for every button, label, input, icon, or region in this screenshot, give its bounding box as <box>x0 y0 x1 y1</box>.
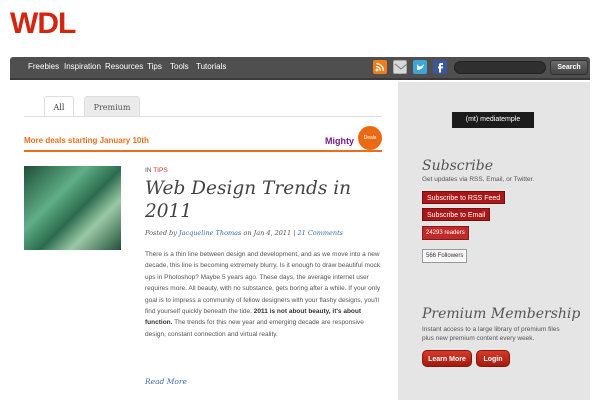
nav-resources[interactable]: Resources <box>105 62 143 71</box>
category-link[interactable]: TIPS <box>153 167 167 174</box>
deals-text: More deals starting January 10th <box>24 136 149 145</box>
deals-badge-icon: Deals <box>358 126 382 150</box>
author-link[interactable]: Jacqueline Thomas <box>179 229 241 237</box>
nav-tips[interactable]: Tips <box>147 62 162 71</box>
subscribe-text: Get updates via RSS, Email, or Twitter. <box>422 176 535 183</box>
nav-inspiration[interactable]: Inspiration <box>64 62 101 71</box>
feed-readers-counter[interactable]: 24293 readers <box>422 226 469 240</box>
site-logo[interactable]: WDL <box>10 8 76 40</box>
mighty-deals-logo: Mighty <box>325 136 354 146</box>
main-nav: Freebies Inspiration Resources Tips Tool… <box>10 57 590 80</box>
tab-divider <box>24 116 382 117</box>
tab-all[interactable]: All <box>44 96 74 117</box>
nav-tutorials[interactable]: Tutorials <box>196 62 226 71</box>
sidebar: (mt) mediatemple Subscribe Get updates v… <box>398 82 590 400</box>
premium-heading: Premium Membership <box>422 306 581 322</box>
twitter-icon[interactable] <box>413 60 427 74</box>
post-byline: Posted by Jacqueline Thomas on Jan 4, 20… <box>145 229 344 237</box>
twitter-followers-counter[interactable]: 566 Followers <box>422 249 468 263</box>
comments-link[interactable]: 21 Comments <box>297 229 343 237</box>
subscribe-email-button[interactable]: Subscribe to Email <box>422 208 491 221</box>
search-button[interactable]: Search <box>550 60 588 75</box>
login-button[interactable]: Login <box>476 350 510 367</box>
premium-text: Instant access to a large library of pre… <box>422 326 560 342</box>
nav-freebies[interactable]: Freebies <box>28 62 59 71</box>
rss-icon[interactable] <box>373 60 387 74</box>
learn-more-button[interactable]: Learn More <box>422 350 472 367</box>
nav-tools[interactable]: Tools <box>170 62 189 71</box>
post-category: IN TIPS <box>145 167 168 174</box>
post-title[interactable]: Web Design Trends in 2011 <box>145 177 385 223</box>
mail-icon[interactable] <box>393 60 408 74</box>
tab-premium[interactable]: Premium <box>84 96 140 117</box>
facebook-icon[interactable] <box>433 60 447 74</box>
read-more-link[interactable]: Read More <box>145 377 187 386</box>
post-excerpt: There is a thin line between design and … <box>145 251 381 338</box>
search-input[interactable] <box>454 61 546 74</box>
sponsor-banner[interactable]: (mt) mediatemple <box>452 112 534 128</box>
post-thumbnail[interactable] <box>24 166 121 250</box>
deals-banner[interactable]: More deals starting January 10th Mighty … <box>24 126 382 152</box>
subscribe-heading: Subscribe <box>422 158 494 174</box>
subscribe-rss-button[interactable]: Subscribe to RSS Feed <box>422 191 506 204</box>
